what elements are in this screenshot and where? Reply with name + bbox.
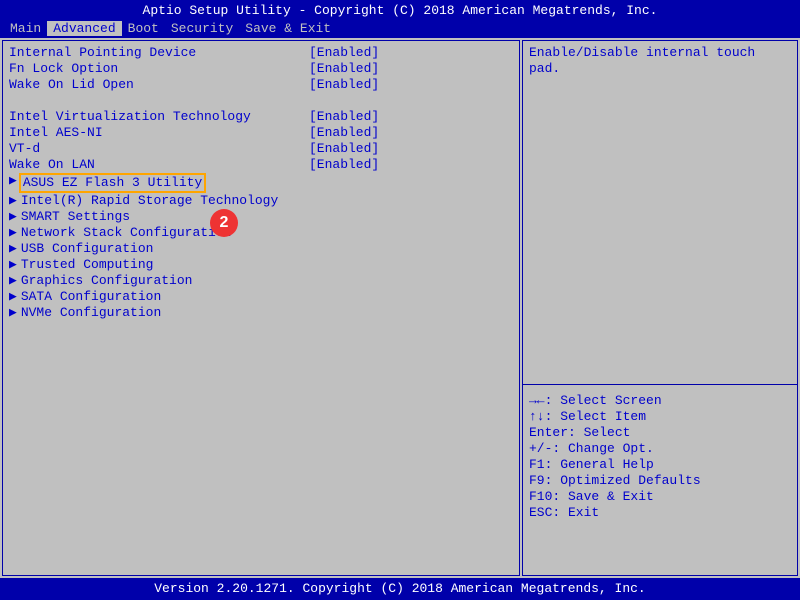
nav-help: →←: Select Screen ↑↓: Select Item Enter:…	[529, 393, 791, 571]
submenu-trusted-computing[interactable]: ▶ Trusted Computing	[9, 257, 513, 273]
submenu-label: NVMe Configuration	[21, 305, 161, 321]
setting-vtd[interactable]: VT-d [Enabled]	[9, 141, 513, 157]
footer-bar: Version 2.20.1271. Copyright (C) 2018 Am…	[0, 578, 800, 599]
menu-advanced[interactable]: Advanced	[47, 21, 121, 36]
submenu-label: Intel(R) Rapid Storage Technology	[21, 193, 278, 209]
menu-boot[interactable]: Boot	[122, 21, 165, 36]
nav-line: ESC: Exit	[529, 505, 791, 521]
menu-save-exit[interactable]: Save & Exit	[239, 21, 337, 36]
triangle-icon: ▶	[9, 289, 17, 305]
nav-line: +/-: Change Opt.	[529, 441, 791, 457]
setting-value: [Enabled]	[309, 77, 379, 93]
right-panel: Enable/Disable internal touch pad. →←: S…	[522, 40, 798, 576]
divider	[523, 85, 797, 385]
submenu-graphics[interactable]: ▶ Graphics Configuration	[9, 273, 513, 289]
setting-label: VT-d	[9, 141, 309, 157]
submenu-network-stack[interactable]: ▶ Network Stack Configuration	[9, 225, 513, 241]
menu-bar: Main Advanced Boot Security Save & Exit	[0, 21, 800, 38]
setting-label: Internal Pointing Device	[9, 45, 309, 61]
submenu-rapid-storage[interactable]: ▶ Intel(R) Rapid Storage Technology	[9, 193, 513, 209]
setting-value: [Enabled]	[309, 45, 379, 61]
triangle-icon: ▶	[9, 209, 17, 225]
triangle-icon: ▶	[9, 225, 17, 241]
submenu-label: SATA Configuration	[21, 289, 161, 305]
setting-value: [Enabled]	[309, 157, 379, 173]
submenu-ez-flash[interactable]: ▶ ASUS EZ Flash 3 Utility	[9, 173, 513, 193]
triangle-icon: ▶	[9, 241, 17, 257]
main-area: Internal Pointing Device [Enabled] Fn Lo…	[0, 38, 800, 578]
setting-label: Wake On Lid Open	[9, 77, 309, 93]
annotation-badge: 2	[210, 209, 238, 237]
triangle-icon: ▶	[9, 273, 17, 289]
title-bar: Aptio Setup Utility - Copyright (C) 2018…	[0, 0, 800, 21]
nav-line: F1: General Help	[529, 457, 791, 473]
submenu-nvme[interactable]: ▶ NVMe Configuration	[9, 305, 513, 321]
submenu-label: Trusted Computing	[21, 257, 154, 273]
triangle-icon: ▶	[9, 257, 17, 273]
setting-label: Fn Lock Option	[9, 61, 309, 77]
submenu-label: USB Configuration	[21, 241, 154, 257]
setting-value: [Enabled]	[309, 141, 379, 157]
submenu-label: ASUS EZ Flash 3 Utility	[19, 173, 206, 193]
setting-internal-pointing[interactable]: Internal Pointing Device [Enabled]	[9, 45, 513, 61]
setting-value: [Enabled]	[309, 109, 379, 125]
setting-value: [Enabled]	[309, 125, 379, 141]
setting-wake-lid[interactable]: Wake On Lid Open [Enabled]	[9, 77, 513, 93]
left-panel: Internal Pointing Device [Enabled] Fn Lo…	[2, 40, 520, 576]
submenu-sata[interactable]: ▶ SATA Configuration	[9, 289, 513, 305]
triangle-icon: ▶	[9, 173, 17, 193]
triangle-icon: ▶	[9, 193, 17, 209]
submenu-smart[interactable]: ▶ SMART Settings	[9, 209, 513, 225]
submenu-label: Network Stack Configuration	[21, 225, 232, 241]
menu-security[interactable]: Security	[165, 21, 239, 36]
nav-line: ↑↓: Select Item	[529, 409, 791, 425]
setting-aes-ni[interactable]: Intel AES-NI [Enabled]	[9, 125, 513, 141]
submenu-label: SMART Settings	[21, 209, 130, 225]
triangle-icon: ▶	[9, 305, 17, 321]
setting-label: Wake On LAN	[9, 157, 309, 173]
nav-line: F9: Optimized Defaults	[529, 473, 791, 489]
setting-label: Intel Virtualization Technology	[9, 109, 309, 125]
setting-label: Intel AES-NI	[9, 125, 309, 141]
setting-value: [Enabled]	[309, 61, 379, 77]
setting-wake-lan[interactable]: Wake On LAN [Enabled]	[9, 157, 513, 173]
nav-line: →←: Select Screen	[529, 393, 791, 409]
setting-intel-vt[interactable]: Intel Virtualization Technology [Enabled…	[9, 109, 513, 125]
submenu-label: Graphics Configuration	[21, 273, 193, 289]
nav-line: F10: Save & Exit	[529, 489, 791, 505]
help-description: Enable/Disable internal touch pad.	[529, 45, 791, 77]
submenu-usb[interactable]: ▶ USB Configuration	[9, 241, 513, 257]
setting-fn-lock[interactable]: Fn Lock Option [Enabled]	[9, 61, 513, 77]
menu-main[interactable]: Main	[4, 21, 47, 36]
nav-line: Enter: Select	[529, 425, 791, 441]
